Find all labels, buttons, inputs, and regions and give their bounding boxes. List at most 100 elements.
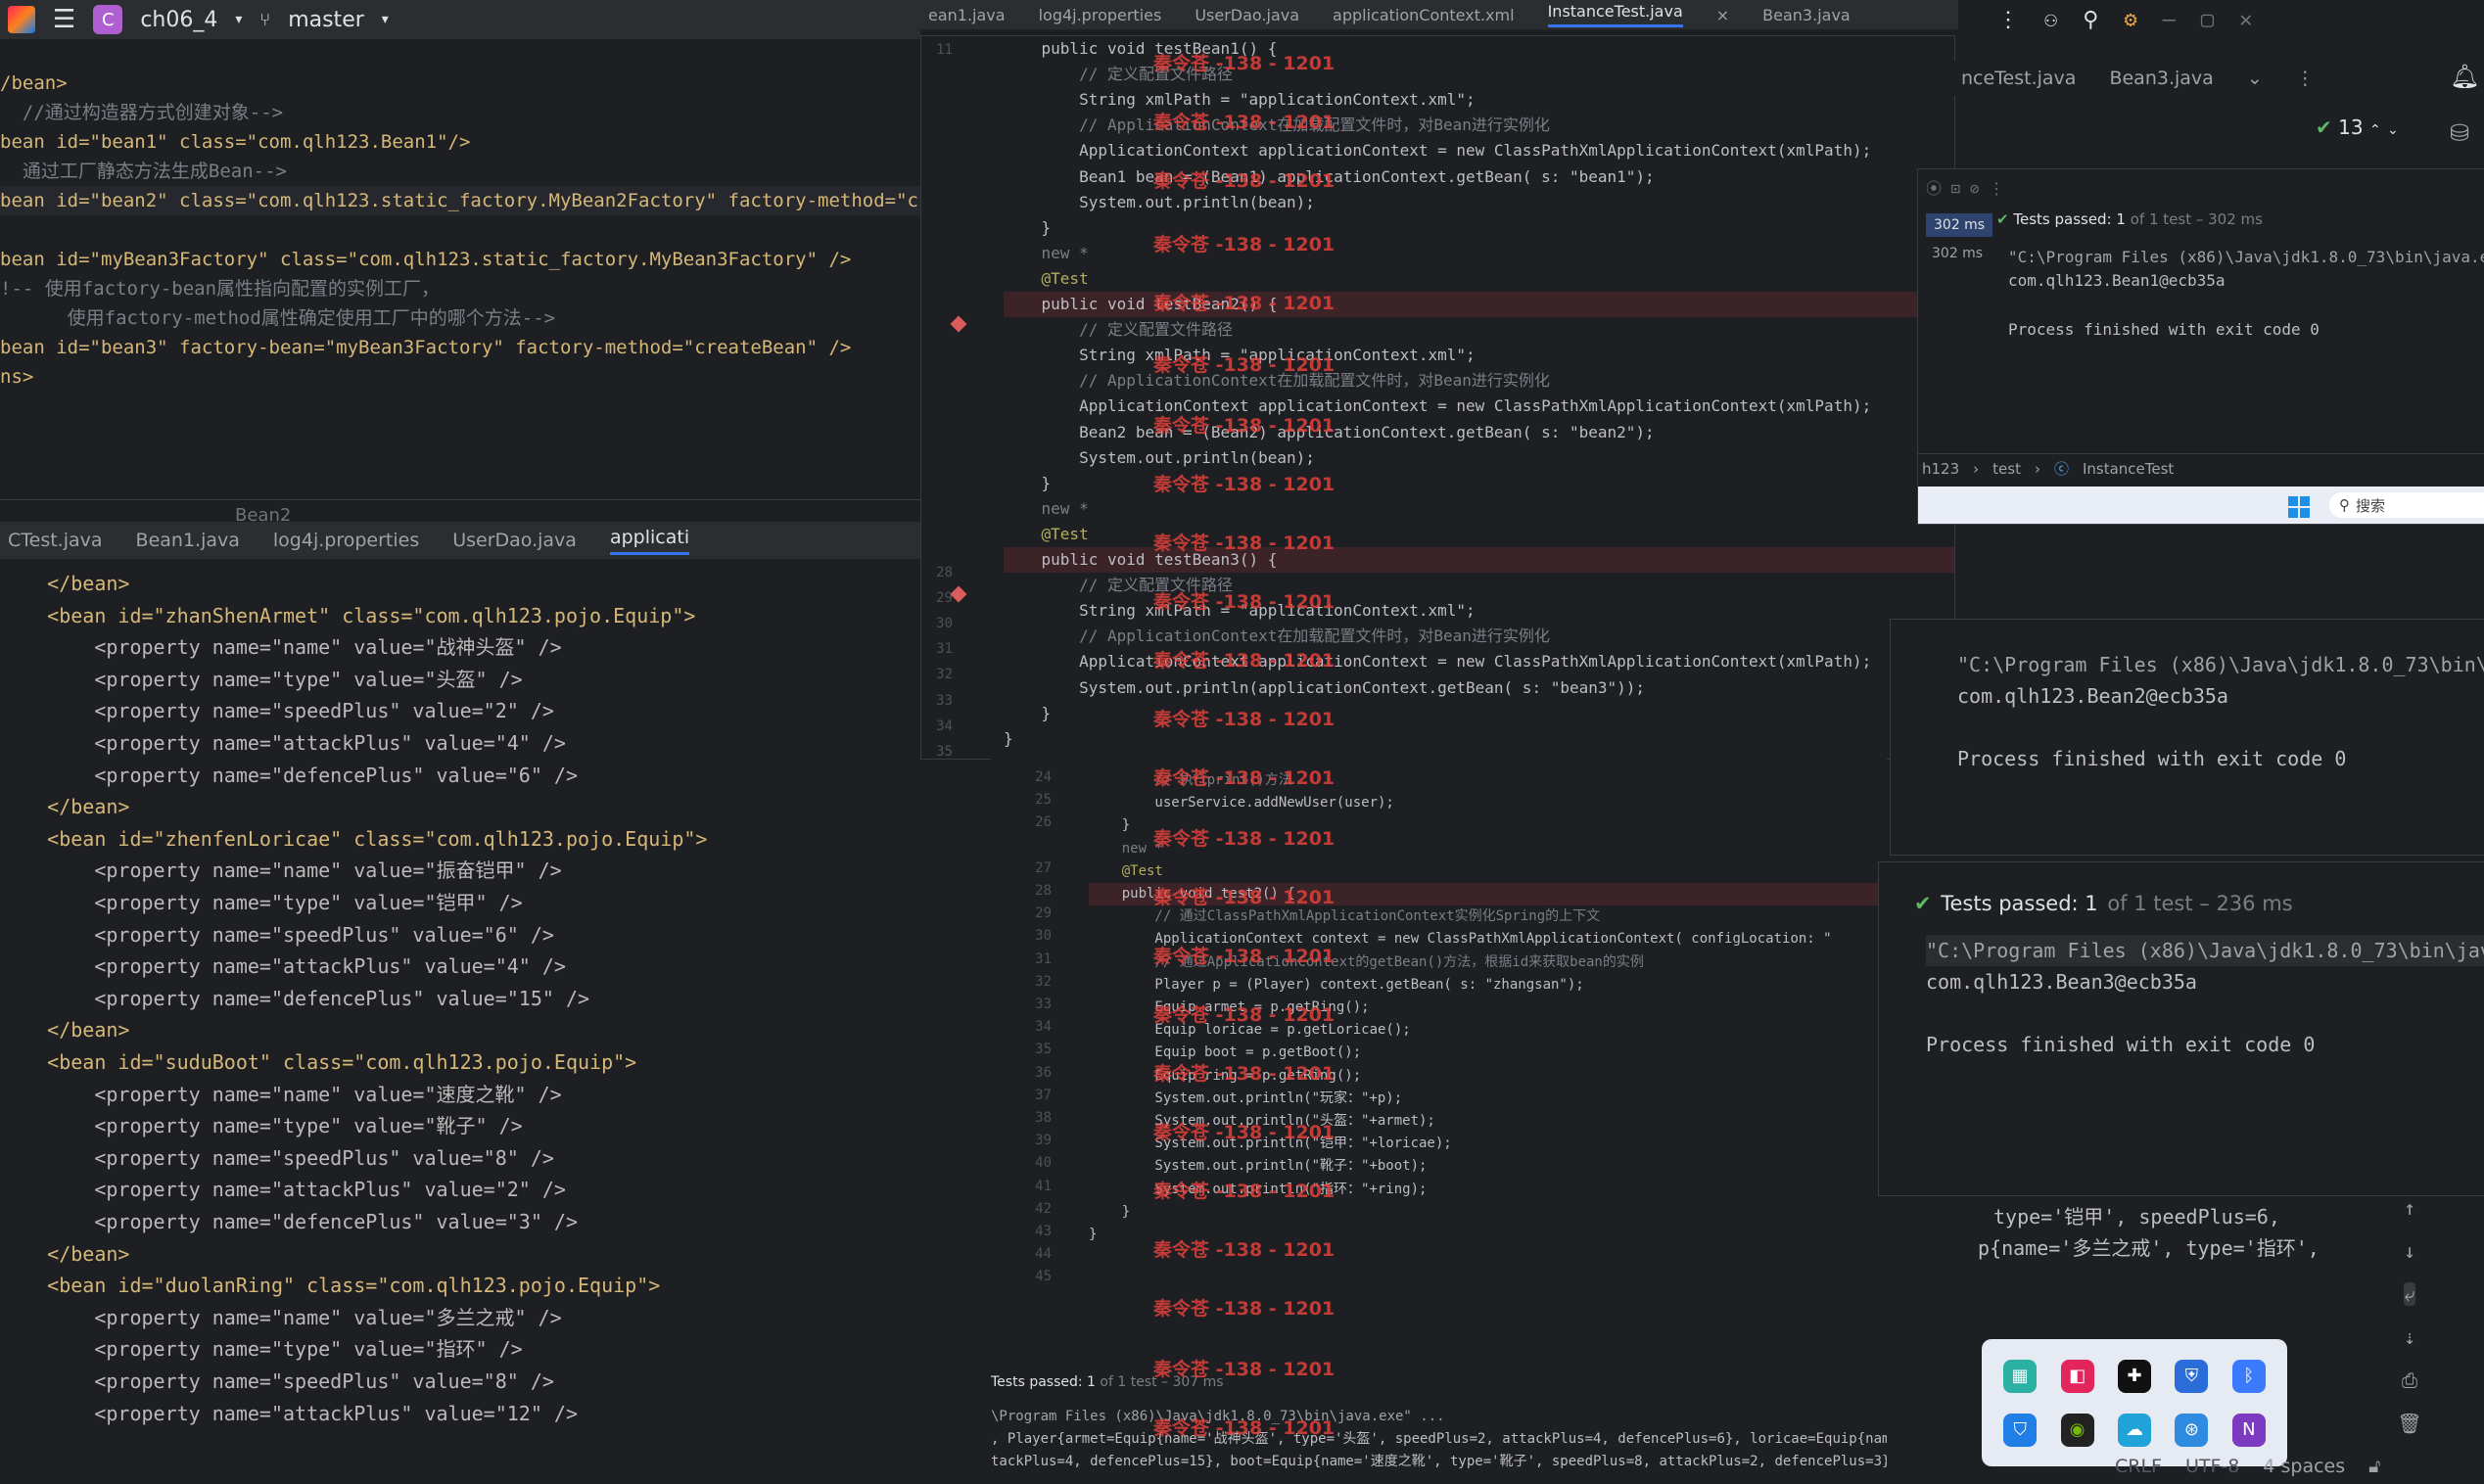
run-window-2: "C:\Program Files (x86)\Java\jdk1.8.0_73… (1890, 619, 2484, 856)
chevron-down-icon[interactable]: ▾ (235, 12, 242, 27)
intellij-tray-icon[interactable]: ◧ (2060, 1359, 2094, 1393)
add-user-icon[interactable]: ⚇ (2044, 8, 2057, 32)
code-line: </bean> (0, 1018, 130, 1043)
breakpoint-icon[interactable] (950, 315, 967, 333)
tab-bean1[interactable]: Bean1.java (136, 530, 240, 551)
line-number: 44 (1035, 1246, 1052, 1263)
tab-application-context[interactable]: applicati (609, 527, 690, 555)
run-side-toolbar: ↑ ↓ ⤶ ⇣ ⎙ 🗑︎ (2393, 1196, 2426, 1435)
lock-icon[interactable]: 🔓︎ (2368, 1456, 2380, 1477)
tab-log4j[interactable]: log4j.properties (273, 530, 419, 551)
tab-ctest[interactable]: CTest.java (8, 530, 103, 551)
code-line: System.out.println(bean); (1004, 192, 1315, 211)
nvidia-tray-icon[interactable]: ◉ (2060, 1413, 2094, 1447)
search-icon[interactable]: ⚲ (2083, 8, 2098, 32)
project-selector[interactable]: ch06_4 (140, 8, 217, 32)
more-vertical-icon[interactable]: ⋮ (2296, 68, 2315, 89)
line-number: 36 (1035, 1064, 1052, 1081)
line-number: 31 (1035, 951, 1052, 967)
tests-passed-label: Tests passed: 1 (2013, 210, 2126, 228)
code-line: bean id="bean3" factory-bean="myBean3Fac… (0, 337, 852, 358)
code-line: 通过工厂静态方法生成Bean--> (0, 161, 287, 182)
capcut-tray-icon[interactable]: ✚ (2117, 1359, 2151, 1393)
code-line: <bean id="suduBoot" class="com.qlh123.po… (0, 1050, 637, 1074)
watermark-text: 秦令苍 -138 - 1201 (1153, 828, 1336, 850)
close-icon[interactable]: × (1716, 6, 1729, 24)
close-icon[interactable]: ✕ (2239, 8, 2252, 32)
soft-wrap-icon[interactable]: ⤶ (2404, 1282, 2415, 1306)
chevron-up-icon[interactable]: ⌃ (2369, 122, 2381, 138)
security-tray-icon[interactable]: ⛨ (2175, 1359, 2209, 1393)
arrow-up-icon[interactable]: ↑ (2404, 1196, 2415, 1220)
bluetooth-icon[interactable]: ᛒ (2231, 1359, 2266, 1393)
chevron-down-icon[interactable]: ⌄ (2387, 122, 2399, 138)
indent[interactable]: 4 spaces (2263, 1456, 2345, 1477)
encoding[interactable]: UTF-8 (2185, 1456, 2239, 1477)
gear-icon[interactable]: ⚙ (2124, 8, 2136, 32)
code-line: <property name="type" value="铠甲" /> (0, 891, 523, 914)
watermark-text: 秦令苍 -138 - 1201 (1153, 1239, 1336, 1261)
tab-userdao[interactable]: UserDao.java (1195, 6, 1299, 24)
line-number: 30 (1035, 928, 1052, 945)
line-separator[interactable]: CRLF (2115, 1456, 2162, 1477)
minimize-icon[interactable]: – (2163, 8, 2176, 32)
xml-editor-bottom: </bean> <bean id="zhanShenArmet" class="… (0, 563, 989, 1444)
watermark-text: 秦令苍 -138 - 1201 (1153, 1063, 1336, 1085)
vpn-tray-icon[interactable]: ⊛ (2175, 1413, 2209, 1447)
duration-label: 302 ms (1932, 246, 1984, 261)
tab-bean3[interactable]: Bean3.java (1762, 6, 1851, 24)
run-exit: Process finished with exit code 0 (2008, 320, 2320, 339)
tab-bean3[interactable]: Bean3.java (2109, 68, 2213, 89)
more-vertical-icon[interactable]: ⋮ (1997, 8, 2019, 32)
taskbar-search[interactable]: ⚲ 搜索 (2329, 492, 2484, 518)
run-exit: Process finished with exit code 0 (1957, 747, 2347, 770)
code-line: //通过构造器方式创建对象--> (0, 102, 284, 123)
code-line: <property name="type" value="头盔" /> (0, 667, 523, 691)
xml-bottom-tabbar: CTest.java Bean1.java log4j.properties U… (0, 522, 989, 559)
intellij-logo-icon[interactable] (8, 6, 35, 33)
code-line: } (1004, 703, 1052, 722)
notification-bell-icon[interactable]: 🔔︎ (2450, 63, 2479, 90)
tests-detail: of 1 test – 302 ms (2130, 210, 2263, 228)
breadcrumb-item[interactable]: InstanceTest (2083, 460, 2174, 478)
windows-start-icon[interactable] (2288, 496, 2310, 518)
right-ide-tabbar: nceTest.java Bean3.java ⌄ ⋮ (1953, 61, 2462, 96)
line-number: 42 (1035, 1200, 1052, 1217)
database-icon[interactable]: ⛁ (2450, 119, 2469, 147)
tab-userdao[interactable]: UserDao.java (452, 530, 577, 551)
trash-icon[interactable]: 🗑︎ (2397, 1412, 2421, 1435)
defender-tray-icon[interactable]: ⛉ (2003, 1413, 2038, 1447)
tab-log4j[interactable]: log4j.properties (1039, 6, 1162, 24)
print-icon[interactable]: ⎙ (2402, 1368, 2417, 1392)
cloud-tray-icon[interactable]: ☁ (2117, 1413, 2151, 1447)
hamburger-menu-icon[interactable]: ☰ (53, 5, 75, 34)
tests-passed-row: ✔ Tests passed: 1 of 1 test – 236 ms (1914, 892, 2293, 915)
duration-badge[interactable]: 302 ms (1926, 213, 1993, 237)
line-number: 28 (1035, 883, 1052, 899)
chevron-down-icon[interactable]: ▾ (382, 12, 389, 27)
tab-application-context[interactable]: applicationContext.xml (1333, 6, 1515, 24)
code-line: !-- 使用factory-bean属性指向配置的实例工厂， (0, 278, 441, 300)
line-number: 33 (936, 692, 953, 709)
breadcrumb-item[interactable]: h123 (1922, 460, 1959, 478)
branch-selector[interactable]: master (288, 8, 364, 32)
code-line: 使用factory-method属性确定使用工厂中的哪个方法--> (0, 307, 556, 329)
breakpoint-icon[interactable] (950, 585, 967, 603)
code-line: @Test (1089, 862, 1163, 879)
breadcrumb: h123 › test › ⓒ InstanceTest (1918, 453, 2484, 483)
watermark-text: 秦令苍 -138 - 1201 (1153, 946, 1336, 967)
check-icon: ✔ (2316, 116, 2332, 139)
maximize-icon[interactable]: ▢ (2201, 8, 2214, 32)
tab-bean1[interactable]: ean1.java (928, 6, 1006, 24)
scroll-to-end-icon[interactable]: ⇣ (2404, 1325, 2415, 1349)
tab-instance-test[interactable]: InstanceTest.java (1547, 2, 1683, 27)
tab-instance-test[interactable]: nceTest.java (1961, 68, 2076, 89)
chevron-down-icon[interactable]: ⌄ (2247, 68, 2263, 89)
tray-app-icon[interactable]: ▦ (2003, 1359, 2038, 1393)
code-line: <property name="type" value="靴子" /> (0, 1114, 523, 1138)
check-icon: ✔ (1914, 892, 1932, 915)
arrow-down-icon[interactable]: ↓ (2404, 1239, 2415, 1263)
breadcrumb-item[interactable]: test (1992, 460, 2021, 478)
watermark-text: 秦令苍 -138 - 1201 (1153, 767, 1336, 789)
onenote-tray-icon[interactable]: N (2231, 1413, 2266, 1447)
